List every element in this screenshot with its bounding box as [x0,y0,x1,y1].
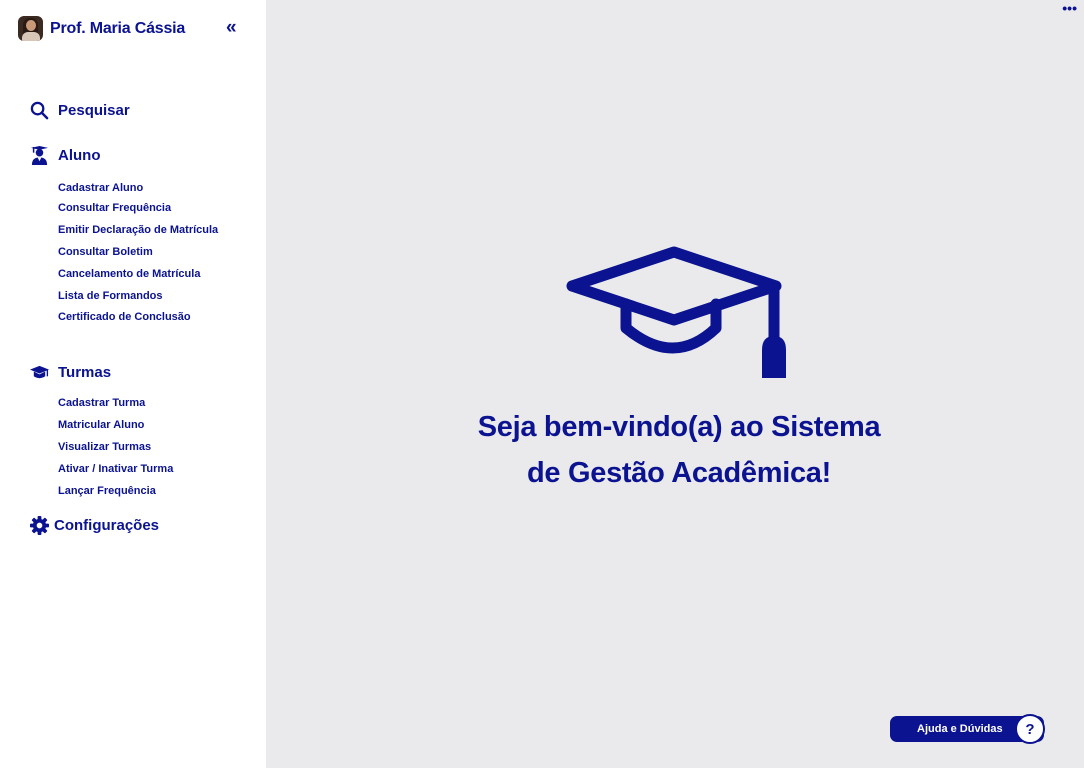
profile-name: Prof. Maria Cássia [50,19,186,37]
sidebar-item-visualizar-turmas[interactable]: Visualizar Turmas [58,441,151,453]
nav-configuracoes[interactable]: Configurações [30,516,159,535]
sidebar-item-cadastrar-turma[interactable]: Cadastrar Turma [58,397,145,409]
sidebar-item-consultar-boletim[interactable]: Consultar Boletim [58,246,153,258]
nav-configuracoes-label: Configurações [54,517,160,534]
sidebar-item-cancelamento-matricula[interactable]: Cancelamento de Matrícula [58,268,200,280]
hero-graduation-cap-icon [566,246,786,378]
nav-turmas[interactable]: Turmas [30,363,111,382]
sidebar-item-ativar-inativar-turma[interactable]: Ativar / Inativar Turma [58,463,173,475]
sidebar-item-cadastrar-aluno[interactable]: Cadastrar Aluno [58,182,143,194]
nav-aluno[interactable]: Aluno [30,146,101,165]
nav-turmas-label: Turmas [58,364,112,381]
sidebar-item-lancar-frequencia[interactable]: Lançar Frequência [58,485,156,497]
nav-search[interactable]: Pesquisar [30,101,130,120]
sidebar-item-consultar-frequencia[interactable]: Consultar Frequência [58,202,171,214]
main-content: Seja bem-vindo(a) ao Sistema de Gestão A… [266,0,1084,768]
graduation-cap-icon [30,365,49,379]
sidebar-item-certificado-conclusao[interactable]: Certificado de Conclusão [58,311,191,323]
sidebar-item-matricular-aluno[interactable]: Matricular Aluno [58,419,144,431]
collapse-sidebar-button[interactable]: « [226,17,237,39]
help-button[interactable]: Ajuda e Dúvidas ? [890,714,1045,744]
help-label: Ajuda e Dúvidas [917,723,1003,735]
welcome-message: Seja bem-vindo(a) ao Sistema de Gestão A… [266,404,1084,496]
welcome-line-1: Seja bem-vindo(a) ao Sistema [477,411,881,443]
sidebar-item-emitir-declaracao[interactable]: Emitir Declaração de Matrícula [58,224,218,236]
nav-search-label: Pesquisar [58,102,130,119]
nav-aluno-label: Aluno [58,147,101,164]
student-icon [30,146,49,165]
avatar [18,16,43,41]
search-icon [30,101,49,120]
welcome-line-2: de Gestão Acadêmica! [527,457,831,489]
question-icon: ? [1015,714,1045,744]
gear-icon [30,516,49,535]
sidebar: Prof. Maria Cássia « Pesquisar Aluno Cad… [0,0,266,768]
more-options-button[interactable]: ••• [1062,0,1077,16]
sidebar-item-lista-formandos[interactable]: Lista de Formandos [58,290,163,302]
profile[interactable]: Prof. Maria Cássia [18,16,185,41]
